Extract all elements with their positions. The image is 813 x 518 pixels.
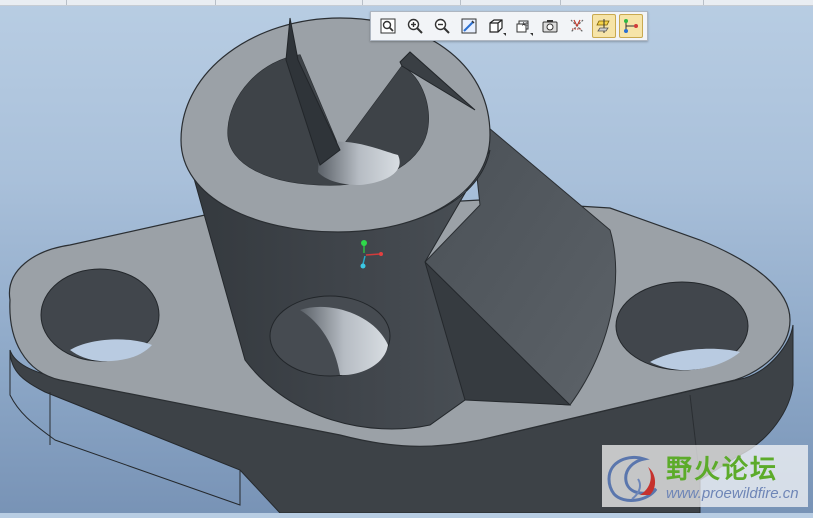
forum-watermark: 野火论坛 www.proewildfire.cn	[602, 445, 808, 507]
menu-separator	[460, 0, 461, 5]
svg-text:AB: AB	[522, 22, 529, 28]
watermark-url: www.proewildfire.cn	[666, 485, 799, 502]
menu-separator	[703, 0, 704, 5]
repaint-button[interactable]	[457, 14, 481, 38]
cylinder-top-ring	[180, 17, 491, 233]
shading-button[interactable]	[484, 14, 508, 38]
menu-separator	[560, 0, 561, 5]
view-manager-button[interactable]	[538, 14, 562, 38]
zoom-fit-button[interactable]	[376, 14, 400, 38]
view-toolbar: AB	[370, 11, 648, 41]
datum-axes-icon	[595, 19, 610, 33]
chevron-down-icon	[502, 33, 506, 36]
menu-separator	[66, 0, 67, 5]
zoom-out-icon	[434, 18, 450, 34]
zoom-out-button[interactable]	[430, 14, 454, 38]
graphics-viewport[interactable]	[0, 6, 813, 514]
datum-axes-button[interactable]	[591, 14, 616, 38]
view-manager-icon	[542, 20, 557, 33]
datum-points-icon	[623, 19, 638, 33]
zoom-in-icon	[407, 18, 423, 34]
repaint-icon	[461, 18, 476, 34]
datum-planes-icon	[570, 19, 583, 33]
saved-views-button[interactable]: AB	[511, 14, 535, 38]
zoom-in-button[interactable]	[403, 14, 427, 38]
datum-planes-button[interactable]	[565, 14, 589, 38]
model-render	[8, 17, 794, 514]
watermark-title: 野火论坛	[666, 455, 779, 485]
zoom-fit-icon	[380, 18, 395, 34]
menu-separator	[215, 0, 216, 5]
chevron-down-icon	[529, 33, 533, 36]
datum-points-button[interactable]	[618, 14, 643, 38]
menu-separator	[362, 0, 363, 5]
flame-logo-icon	[607, 455, 658, 502]
